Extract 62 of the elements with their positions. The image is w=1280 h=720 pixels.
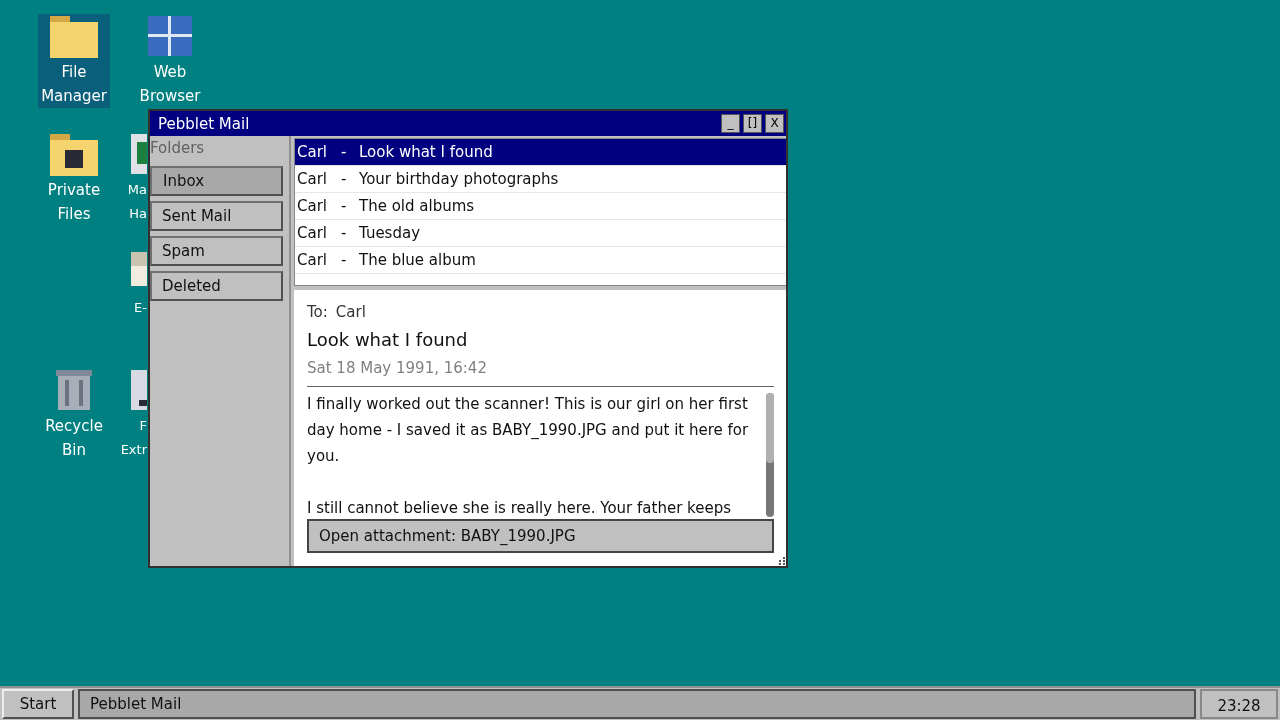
locked-folder-icon xyxy=(50,134,98,176)
message-subject: Look what I found xyxy=(359,143,493,161)
message-date: Sat 18 May 1991, 16:42 xyxy=(307,356,774,387)
separator: - xyxy=(341,170,348,188)
message-subject: The blue album xyxy=(359,251,476,269)
icon-label: Recycle Bin xyxy=(45,416,103,461)
icon-label: E- xyxy=(134,299,147,317)
desktop-icon[interactable]: F Extr xyxy=(121,368,147,462)
desktop-icon[interactable]: Web Browser xyxy=(134,14,206,108)
trash-icon xyxy=(56,370,92,410)
message-row[interactable]: Carl - Your birthday photographs xyxy=(295,166,786,193)
window-title: Pebblet Mail xyxy=(158,114,250,133)
folder-button[interactable]: Spam xyxy=(150,236,283,266)
open-attachment-button[interactable]: Open attachment: BABY_1990.JPG xyxy=(307,519,774,553)
sender: Carl xyxy=(297,143,328,161)
message-subject: Tuesday xyxy=(359,224,421,242)
scrollbar[interactable] xyxy=(766,393,774,517)
sender: Carl xyxy=(297,251,328,269)
recipient: Carl xyxy=(335,302,366,323)
clock: 23:28 xyxy=(1200,689,1278,719)
folder-icon xyxy=(50,16,98,58)
scrollbar-thumb[interactable] xyxy=(766,393,774,463)
folder-button[interactable]: Sent Mail xyxy=(150,201,283,231)
resize-grip-icon[interactable] xyxy=(779,557,785,565)
sender: Carl xyxy=(297,197,328,215)
folders-heading: Folders xyxy=(150,138,206,158)
window-grid-icon xyxy=(148,16,192,56)
separator: - xyxy=(341,224,348,242)
desktop-icon[interactable]: E- xyxy=(121,250,147,320)
sender: Carl xyxy=(297,170,328,188)
icon-label: File Manager xyxy=(41,62,107,107)
message-subject: Your birthday photographs xyxy=(359,170,559,188)
icon-label: Private Files xyxy=(47,180,101,225)
separator: - xyxy=(341,143,348,161)
desktop-icon[interactable]: Recycle Bin xyxy=(38,368,110,462)
message-row[interactable]: Carl - Tuesday xyxy=(295,220,786,247)
app-icon xyxy=(131,134,147,174)
folder-button[interactable]: Inbox xyxy=(150,166,283,196)
message-title: Look what I found xyxy=(307,328,469,352)
message-row[interactable]: Carl - The blue album xyxy=(295,247,786,274)
message-row[interactable]: Carl - The old albums xyxy=(295,193,786,220)
to-label: To: xyxy=(307,302,328,323)
separator: - xyxy=(341,251,348,269)
window-control-button[interactable]: [] xyxy=(743,114,762,133)
desktop-icon[interactable]: Private Files xyxy=(38,132,110,226)
start-button[interactable]: Start xyxy=(2,689,74,719)
taskbar-window-button[interactable]: Pebblet Mail xyxy=(78,689,1196,719)
icon-label: F Extr xyxy=(120,417,147,459)
message-row[interactable]: Carl - Look what I found xyxy=(295,139,786,166)
sender: Carl xyxy=(297,224,328,242)
message-paragraph: I finally worked out the scanner! This is our girl on her first day home - I saved it as BABY_1990.JPG and put it here for you. xyxy=(307,394,750,467)
window-control-button[interactable]: X xyxy=(765,114,784,133)
message-paragraph: I still cannot believe she is really here. Your father keeps xyxy=(307,498,733,519)
icon-label: Ma Ha xyxy=(127,181,147,223)
desktop-icon[interactable]: Ma Ha xyxy=(121,132,147,226)
document-icon xyxy=(131,252,147,286)
window-control-button[interactable]: _ xyxy=(721,114,740,133)
message-subject: The old albums xyxy=(359,197,475,215)
folder-button[interactable]: Deleted xyxy=(150,271,283,301)
separator: - xyxy=(341,197,348,215)
icon-label: Web Browser xyxy=(139,62,201,107)
desktop-icon[interactable]: File Manager xyxy=(38,14,110,108)
